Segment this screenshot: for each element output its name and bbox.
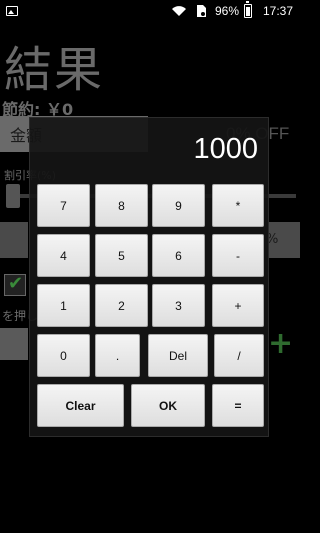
key-minus[interactable]: - (212, 234, 264, 277)
key-delete[interactable]: Del (148, 334, 208, 377)
key-9[interactable]: 9 (152, 184, 205, 227)
key-5[interactable]: 5 (95, 234, 148, 277)
key-7[interactable]: 7 (37, 184, 90, 227)
key-3[interactable]: 3 (152, 284, 205, 327)
key-8[interactable]: 8 (95, 184, 148, 227)
clock: 17:37 (263, 4, 294, 18)
battery-percentage: 96% (215, 4, 240, 18)
bottom-left-button[interactable] (0, 328, 28, 360)
calculator-display: 1000 (193, 133, 258, 165)
add-icon[interactable]: + (268, 326, 293, 361)
key-2[interactable]: 2 (95, 284, 148, 327)
battery-icon (244, 1, 252, 18)
gallery-notification-icon (6, 6, 18, 16)
key-divide[interactable]: / (214, 334, 264, 377)
key-6[interactable]: 6 (152, 234, 205, 277)
sim-card-icon (197, 5, 206, 17)
key-plus[interactable]: + (212, 284, 264, 327)
key-0[interactable]: 0 (37, 334, 90, 377)
calculator-dialog: 1000 7 8 9 * 4 5 6 - 1 2 3 + 0 . Del / C… (29, 117, 269, 437)
key-1[interactable]: 1 (37, 284, 90, 327)
result-title: 結果 (4, 42, 105, 98)
clear-button[interactable]: Clear (37, 384, 124, 427)
status-bar: 96% 17:37 (0, 0, 300, 24)
wifi-icon (172, 6, 186, 16)
decrease-button[interactable] (0, 222, 28, 258)
check-icon: ✔ (8, 273, 24, 294)
key-equals[interactable]: = (212, 384, 264, 427)
slider-thumb[interactable] (6, 184, 20, 208)
key-4[interactable]: 4 (37, 234, 90, 277)
key-decimal[interactable]: . (95, 334, 140, 377)
key-multiply[interactable]: * (212, 184, 264, 227)
ok-button[interactable]: OK (131, 384, 205, 427)
